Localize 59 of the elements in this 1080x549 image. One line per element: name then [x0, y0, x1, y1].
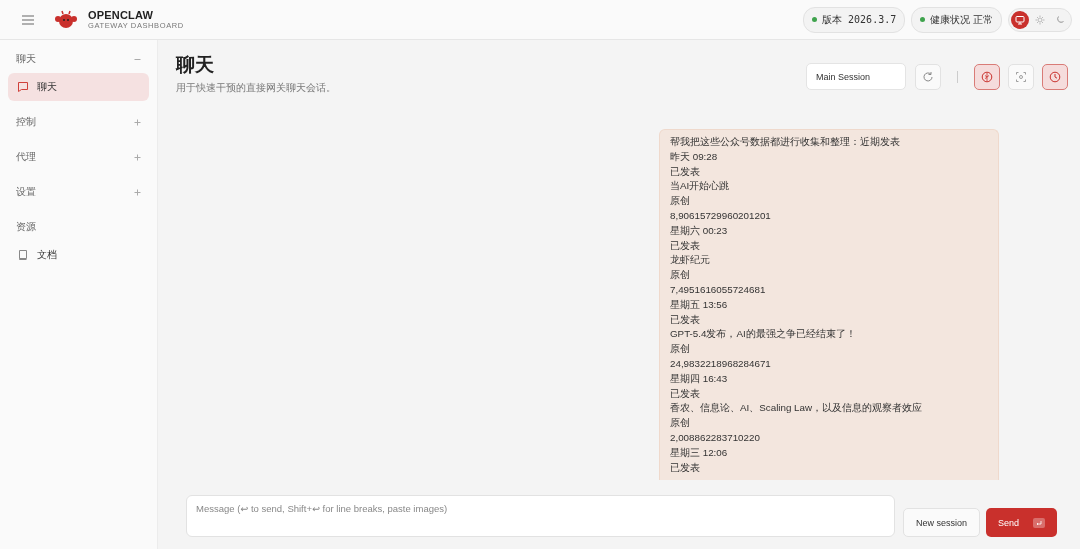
- sidebar-item[interactable]: 聊天: [8, 73, 149, 101]
- brain-icon: [981, 70, 993, 83]
- chat-icon: [17, 81, 29, 93]
- message-line: 帮我把这些公众号数据都进行收集和整理：近期发表: [670, 135, 901, 149]
- return-key-icon: [1033, 517, 1045, 528]
- expand-icon[interactable]: [134, 153, 141, 161]
- message-line: 8,90615729960201201: [670, 209, 772, 223]
- sidebar-group-label: 聊天: [16, 52, 36, 66]
- status-pill: 版本 2026.3.7: [803, 6, 906, 33]
- sidebar-group-label: 设置: [16, 185, 36, 199]
- message-line: 已发表: [670, 312, 701, 327]
- message-line: 原创: [670, 194, 691, 209]
- sidebar-group-label: 控制: [16, 115, 36, 129]
- book-icon: [17, 249, 29, 261]
- clock-icon: [1049, 70, 1061, 83]
- focus-icon: [1015, 70, 1027, 83]
- sun-icon: [1035, 14, 1045, 25]
- page-title: 聊天: [176, 53, 215, 77]
- message-line: 香农、信息论、AI、Scaling Law，以及信息的观察者效应: [670, 401, 924, 416]
- message-line: 星期三 12:06: [670, 445, 729, 460]
- message-line: 原创: [670, 416, 691, 431]
- message-line: 24,9832218968284671: [670, 356, 772, 371]
- refresh-icon: [922, 70, 934, 83]
- sidebar-group-label: 代理: [16, 150, 36, 164]
- menu-icon[interactable]: [20, 12, 36, 27]
- message-line: 原创: [670, 342, 691, 357]
- session-select[interactable]: Main Session: [806, 63, 906, 90]
- message-line: 已发表: [670, 386, 701, 401]
- cron-button[interactable]: [1042, 63, 1068, 90]
- brand-title: OPENCLAW: [88, 9, 155, 21]
- message-line: 原创: [670, 268, 691, 283]
- page-subtitle: 用于快速干预的直接网关聊天会话。: [176, 82, 336, 95]
- message-line: 星期六 00:23: [670, 223, 729, 238]
- status-pill: 健康状况 正常: [911, 6, 1002, 33]
- sidebar-group-label: 资源: [16, 220, 36, 234]
- system-theme-button[interactable]: [1011, 10, 1029, 29]
- thinking-button[interactable]: [974, 63, 1000, 90]
- moon-icon: [1055, 14, 1065, 25]
- message-line: 已发表: [670, 164, 701, 179]
- crab-logo-icon: [54, 9, 78, 30]
- message-line: 已发表: [670, 460, 701, 475]
- message-input[interactable]: Message (↩ to send, Shift+↩ for line breaks, paste images): [186, 495, 895, 537]
- expand-icon[interactable]: [134, 118, 141, 126]
- send-button[interactable]: Send: [985, 508, 1057, 537]
- focus-button[interactable]: [1008, 63, 1034, 90]
- message-line: GPT-5.4发布，AI的最强之争已经结束了！: [670, 327, 857, 342]
- monitor-icon: [1015, 14, 1025, 25]
- message-line: 2,008862283710220: [670, 430, 761, 445]
- message-line: 7,4951616055724681: [670, 282, 767, 297]
- message-line: 星期四 16:43: [670, 371, 729, 386]
- message-line: 当AI开始心跳: [670, 179, 731, 194]
- message-line: 星期五 13:56: [670, 297, 729, 312]
- sidebar-item[interactable]: 文档: [8, 241, 149, 269]
- new-session-button[interactable]: New session: [902, 508, 980, 537]
- message-line: 昨天 09:28: [670, 149, 719, 164]
- message-line: 已发表: [670, 238, 701, 253]
- expand-icon[interactable]: [134, 188, 141, 196]
- message-line: 龙虾纪元: [670, 253, 711, 268]
- refresh-button[interactable]: [915, 63, 941, 90]
